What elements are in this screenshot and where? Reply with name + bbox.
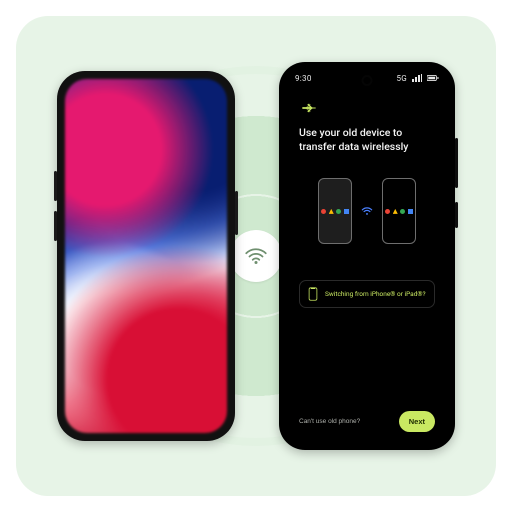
clock: 9:30 (295, 74, 312, 83)
transfer-diagram (318, 178, 416, 244)
setup-title: Use your old device to transfer data wir… (299, 126, 435, 154)
google-dots (385, 209, 413, 214)
stage: 9:30 5G (16, 16, 496, 496)
volume-down-button (54, 211, 57, 241)
power-button (455, 202, 458, 228)
battery-icon (427, 74, 439, 82)
status-right-cluster: 5G (396, 74, 439, 83)
setup-body: Use your old device to transfer data wir… (285, 88, 449, 403)
front-camera (364, 77, 371, 84)
phones-row: 9:30 5G (16, 16, 496, 496)
iphone-outline-icon (307, 287, 319, 301)
google-dots (321, 209, 349, 214)
diagram-new-phone (382, 178, 416, 244)
cant-use-old-phone-link[interactable]: Can't use old phone? (299, 418, 360, 425)
wifi-icon (360, 204, 374, 218)
diagram-old-phone (318, 178, 352, 244)
signal-icon (412, 74, 422, 82)
volume-rocker (455, 138, 458, 188)
power-button (235, 191, 238, 235)
old-phone (57, 71, 235, 441)
pixel-screen: 9:30 5G (285, 68, 449, 444)
transfer-arrows-icon (299, 98, 319, 118)
setup-footer: Can't use old phone? Next (285, 403, 449, 444)
network-label: 5G (396, 74, 407, 83)
volume-up-button (54, 171, 57, 201)
switching-text: Switching from iPhone® or iPad®? (325, 290, 426, 298)
next-button[interactable]: Next (399, 411, 435, 432)
switching-banner[interactable]: Switching from iPhone® or iPad®? (299, 280, 435, 308)
pixel-phone: 9:30 5G (279, 62, 455, 450)
old-phone-wallpaper (65, 79, 227, 433)
